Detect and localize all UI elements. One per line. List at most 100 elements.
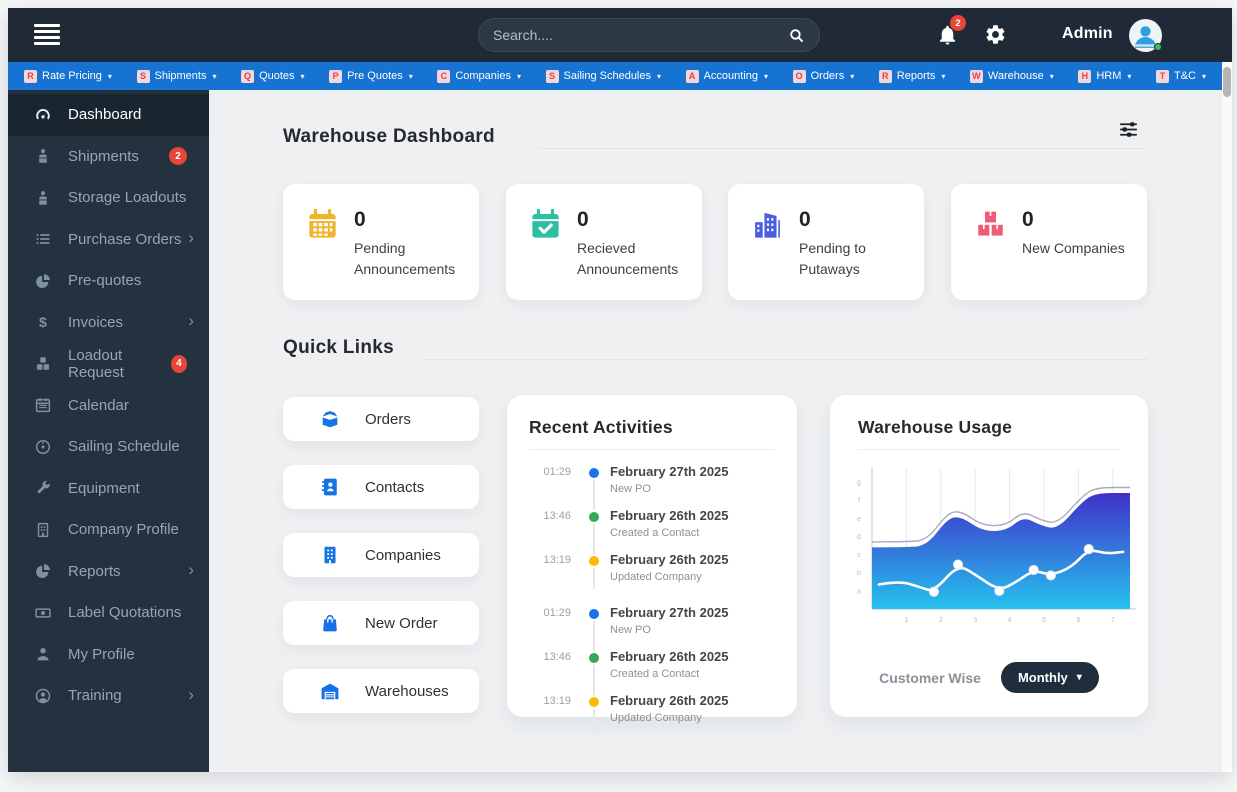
svg-text:7: 7 (1111, 617, 1115, 624)
nav-item-initial-badge: R (879, 70, 892, 83)
my-profile-icon (34, 645, 52, 663)
sidebar-item-loadout-request[interactable]: Loadout Request4 (8, 343, 209, 385)
stat-card-text: 0 Pending Announcements (354, 206, 465, 300)
svg-text:1: 1 (904, 617, 908, 624)
notification-bell-icon[interactable]: 2 (936, 23, 959, 47)
new-order-icon (319, 612, 341, 634)
usage-footer: Customer Wise Monthly (830, 662, 1148, 693)
nav-item-quotes[interactable]: QQuotes (241, 70, 304, 83)
nav-item-initial-badge: S (546, 70, 559, 83)
scrollbar-thumb[interactable] (1223, 67, 1231, 97)
sidebar-item-dashboard[interactable]: Dashboard (8, 94, 209, 136)
sidebar-item-sailing-schedule[interactable]: Sailing Schedule (8, 426, 209, 468)
svg-text:2: 2 (939, 617, 943, 624)
quick-link-label: Companies (365, 547, 441, 564)
nav-item-initial-badge: P (329, 70, 342, 83)
sidebar-item-badge: 4 (171, 355, 187, 373)
nav-item-companies[interactable]: CCompanies (437, 70, 521, 83)
activity-dot (589, 512, 599, 522)
nav-item-rate-pricing[interactable]: RRate Pricing (24, 70, 112, 83)
nav-item-shipments[interactable]: SShipments (137, 70, 217, 83)
search-bar[interactable] (478, 18, 820, 52)
search-icon[interactable] (788, 27, 805, 44)
stat-label: Pending Announcements (354, 238, 465, 280)
nav-item-initial-badge: Q (241, 70, 254, 83)
nav-item-pre-quotes[interactable]: P Pre Quotes (329, 70, 413, 83)
nav-item-label: Accounting (704, 70, 758, 82)
warehouse-usage-card: Warehouse Usage abcdefg1234567 Customer … (830, 395, 1148, 717)
quick-link-orders[interactable]: Orders (283, 397, 479, 441)
sidebar-item-storage-loadouts[interactable]: Storage Loadouts (8, 177, 209, 219)
nav-item-label: Orders (811, 70, 845, 82)
company-profile-icon (34, 521, 52, 539)
sidebar-item-label: Training (68, 687, 122, 704)
settings-gear-icon[interactable] (984, 23, 1007, 46)
nav-item-initial-badge: A (686, 70, 699, 83)
activity-dot (589, 468, 599, 478)
contacts-icon (319, 476, 341, 498)
quick-link-companies[interactable]: Companies (283, 533, 479, 577)
sidebar-item-shipments[interactable]: Shipments2 (8, 136, 209, 178)
quick-link-label: Orders (365, 411, 411, 428)
svg-text:d: d (857, 534, 861, 541)
new-companies-icon (973, 207, 1008, 242)
sidebar-item-pre-quotes[interactable]: Pre-quotes (8, 260, 209, 302)
nav-item-reports[interactable]: RReports (879, 70, 946, 83)
activity-time: 01:29 (529, 464, 571, 495)
svg-text:4: 4 (1008, 617, 1012, 624)
quick-link-warehouses[interactable]: Warehouses (283, 669, 479, 713)
quick-link-new-order[interactable]: New Order (283, 601, 479, 645)
sidebar-item-label: Sailing Schedule (68, 438, 180, 455)
calendar-icon (34, 396, 52, 414)
avatar[interactable] (1129, 19, 1162, 52)
usage-chart-svg: abcdefg1234567 (838, 459, 1140, 647)
activity-text: New PO (610, 483, 729, 495)
svg-text:a: a (857, 588, 861, 595)
nav-item-warehouse[interactable]: WWarehouse (970, 70, 1054, 83)
sidebar-item-my-profile[interactable]: My Profile (8, 634, 209, 676)
nav-item-label: Sailing Schedules (564, 70, 651, 82)
activity-body: February 26th 2025Created a Contact (610, 508, 729, 539)
activity-body: February 27th 2025New PO (610, 464, 729, 495)
activity-time: 13:46 (529, 508, 571, 539)
nav-item-orders[interactable]: OOrders (793, 70, 855, 83)
period-dropdown[interactable]: Monthly (1001, 662, 1099, 693)
scrollbar[interactable] (1222, 62, 1232, 772)
activity-date: February 26th 2025 (610, 693, 729, 708)
sidebar-item-calendar[interactable]: Calendar (8, 385, 209, 427)
svg-text:$: $ (39, 315, 47, 331)
divider (529, 449, 775, 450)
activity-row: 01:29 February 27th 2025New PO (529, 464, 775, 495)
activity-time: 13:46 (529, 649, 571, 680)
nav-item-accounting[interactable]: A Accounting (686, 70, 768, 83)
sidebar-item-purchase-orders[interactable]: Purchase Orders (8, 219, 209, 261)
companies-icon (319, 544, 341, 566)
sidebar-item-reports[interactable]: Reports (8, 551, 209, 593)
sidebar-item-label-quotations[interactable]: Label Quotations (8, 592, 209, 634)
activity-text: New PO (610, 624, 729, 636)
quick-links-title: Quick Links (283, 337, 394, 359)
search-input[interactable] (493, 27, 788, 43)
svg-text:f: f (858, 498, 860, 505)
nav-item-initial-badge: H (1078, 70, 1091, 83)
nav-item-sailing-schedules[interactable]: S Sailing Schedules (546, 70, 661, 83)
stat-value: 0 (354, 209, 465, 230)
activity-text: Updated Company (610, 712, 729, 724)
nav-item-hrm[interactable]: HHRM (1078, 70, 1131, 83)
sidebar-item-training[interactable]: Training (8, 675, 209, 717)
nav-item-label: Pre Quotes (347, 70, 403, 82)
nav-item-label: Warehouse (988, 70, 1044, 82)
quick-link-contacts[interactable]: Contacts (283, 465, 479, 509)
top-navbar: 2 Admin (8, 8, 1232, 62)
sidebar-item-company-profile[interactable]: Company Profile (8, 509, 209, 551)
stat-card-new-companies: 0New Companies (951, 184, 1147, 300)
activity-body: February 26th 2025Updated Company (610, 552, 729, 583)
menu-icon[interactable] (34, 24, 60, 48)
svg-text:e: e (857, 516, 861, 523)
sidebar-item-equipment[interactable]: Equipment (8, 468, 209, 510)
sidebar-item-invoices[interactable]: $Invoices (8, 302, 209, 344)
nav-item-t-c[interactable]: TT&C (1156, 70, 1206, 83)
activity-row: 13:46February 26th 2025Created a Contact (529, 649, 775, 680)
sidebar-item-label: Calendar (68, 397, 129, 414)
filter-sliders-icon[interactable] (1116, 117, 1141, 142)
